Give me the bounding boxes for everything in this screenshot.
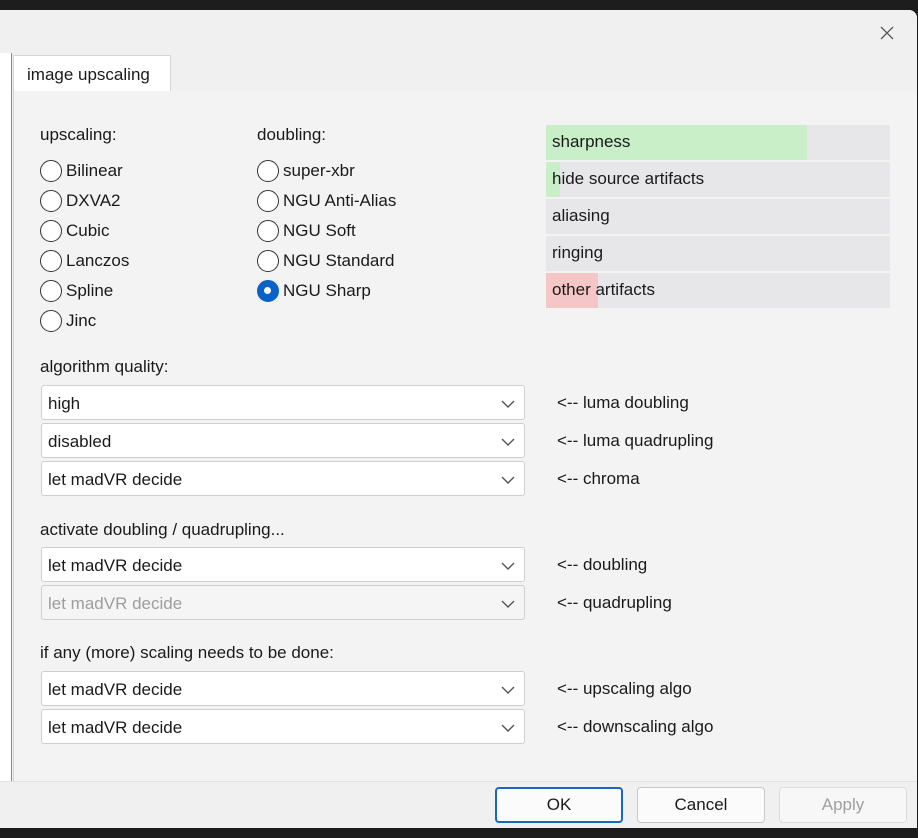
select-value: high <box>48 394 81 413</box>
radio-button-icon <box>257 190 279 212</box>
title-bar <box>0 10 917 54</box>
radio-button-icon <box>257 280 279 302</box>
select-note: <-- luma quadrupling <box>557 431 714 450</box>
apply-button[interactable]: Apply <box>779 787 907 823</box>
radio-doubling-4[interactable]: NGU Sharp <box>257 278 371 304</box>
dialog-window: image upscaling upscaling: Bilinear DXVA2… <box>0 10 917 838</box>
radio-label: Cubic <box>66 221 110 240</box>
radio-doubling-1[interactable]: NGU Anti-Alias <box>257 188 396 214</box>
radio-upscaling-1[interactable]: DXVA2 <box>40 188 121 214</box>
select-note: <-- luma doubling <box>557 393 689 412</box>
chevron-down-icon <box>500 720 516 734</box>
radio-doubling-0[interactable]: super-xbr <box>257 158 355 184</box>
tab-image-upscaling[interactable]: image upscaling <box>13 55 171 92</box>
meter-row: ringing <box>546 236 890 271</box>
ok-button[interactable]: OK <box>495 787 623 823</box>
chevron-down-icon <box>500 434 516 448</box>
algorithm_quality-select-1[interactable]: disabled <box>41 423 525 458</box>
meter-label: aliasing <box>552 206 610 225</box>
activate-select-0[interactable]: let madVR decide <box>41 547 525 582</box>
close-icon <box>880 26 894 40</box>
select-note: <-- chroma <box>557 469 640 488</box>
doubling-label: doubling: <box>257 125 327 144</box>
chevron-down-icon <box>500 396 516 410</box>
desktop-strip <box>0 828 918 838</box>
radio-button-icon <box>40 220 62 242</box>
select-value: let madVR decide <box>48 718 183 737</box>
cancel-button[interactable]: Cancel <box>637 787 765 823</box>
meter-row: other artifacts <box>546 273 890 308</box>
radio-label: Spline <box>66 281 114 300</box>
radio-label: NGU Soft <box>283 221 356 240</box>
meter-label: sharpness <box>552 132 631 151</box>
select-note: <-- upscaling algo <box>557 679 692 698</box>
scaling-select-1[interactable]: let madVR decide <box>41 709 525 744</box>
meter-row: hide source artifacts <box>546 162 890 197</box>
radio-doubling-2[interactable]: NGU Soft <box>257 218 356 244</box>
select-value: let madVR decide <box>48 470 183 489</box>
chevron-down-icon <box>500 472 516 486</box>
radio-upscaling-2[interactable]: Cubic <box>40 218 109 244</box>
radio-button-icon <box>40 280 62 302</box>
upscaling-label: upscaling: <box>40 125 117 144</box>
activate-select-1[interactable]: let madVR decide <box>41 585 525 620</box>
radio-button-icon <box>257 250 279 272</box>
close-button[interactable] <box>869 18 905 48</box>
radio-label: NGU Sharp <box>283 281 371 300</box>
radio-label: NGU Anti-Alias <box>283 191 397 210</box>
radio-label: Bilinear <box>66 161 123 180</box>
radio-upscaling-4[interactable]: Spline <box>40 278 113 304</box>
radio-label: NGU Standard <box>283 251 395 270</box>
select-value: disabled <box>48 432 112 451</box>
radio-label: Jinc <box>66 311 97 330</box>
meter-label: ringing <box>552 243 604 262</box>
radio-button-icon <box>257 160 279 182</box>
radio-button-icon <box>40 190 62 212</box>
activate-doubling-label: activate doubling / quadrupling... <box>40 520 285 539</box>
select-value: let madVR decide <box>48 680 183 699</box>
chevron-down-icon <box>500 682 516 696</box>
chevron-down-icon <box>500 558 516 572</box>
select-note: <-- downscaling algo <box>557 717 714 736</box>
radio-button-icon <box>257 220 279 242</box>
meter-row: sharpness <box>546 125 890 160</box>
radio-button-icon <box>40 160 62 182</box>
algorithm_quality-select-2[interactable]: let madVR decide <box>41 461 525 496</box>
radio-upscaling-3[interactable]: Lanczos <box>40 248 129 274</box>
radio-button-icon <box>40 250 62 272</box>
algorithm-quality-label: algorithm quality: <box>40 357 169 376</box>
meter-label: other artifacts <box>552 280 655 299</box>
meter-row: aliasing <box>546 199 890 234</box>
select-note: <-- quadrupling <box>557 593 672 612</box>
radio-label: DXVA2 <box>66 191 121 210</box>
left-panel-edge <box>0 53 12 781</box>
algorithm_quality-select-0[interactable]: high <box>41 385 525 420</box>
radio-upscaling-0[interactable]: Bilinear <box>40 158 123 184</box>
select-note: <-- doubling <box>557 555 648 574</box>
select-value: let madVR decide <box>48 556 183 575</box>
radio-label: Lanczos <box>66 251 130 270</box>
chevron-down-icon <box>500 596 516 610</box>
meter-label: hide source artifacts <box>552 169 705 188</box>
radio-label: super-xbr <box>283 161 355 180</box>
radio-doubling-3[interactable]: NGU Standard <box>257 248 395 274</box>
scaling-label: if any (more) scaling needs to be done: <box>40 643 334 662</box>
radio-button-icon <box>40 310 62 332</box>
select-value: let madVR decide <box>48 594 183 613</box>
radio-upscaling-5[interactable]: Jinc <box>40 308 96 334</box>
scaling-select-0[interactable]: let madVR decide <box>41 671 525 706</box>
